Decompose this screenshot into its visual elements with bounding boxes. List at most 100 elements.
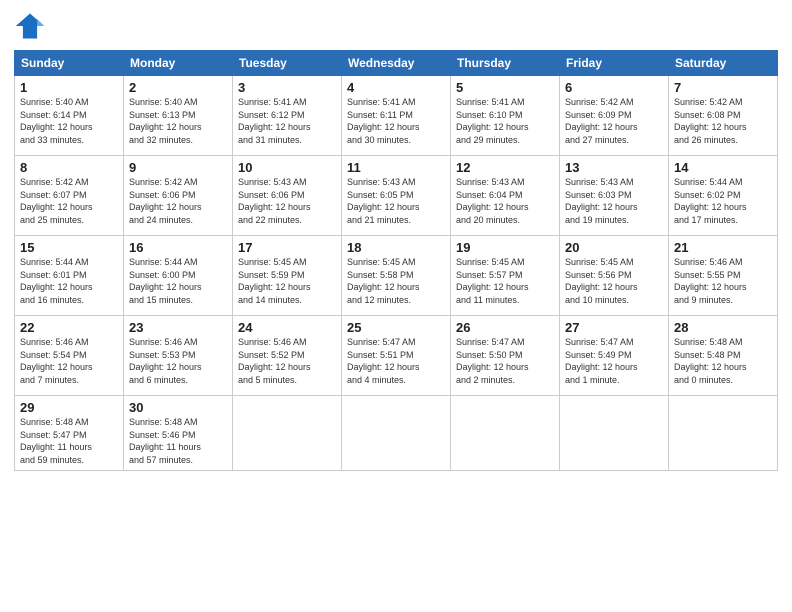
day-number: 18 [347,240,445,255]
day-detail: Sunrise: 5:45 AMSunset: 5:59 PMDaylight:… [238,256,336,306]
day-cell [669,396,778,471]
week-row: 29Sunrise: 5:48 AMSunset: 5:47 PMDayligh… [15,396,778,471]
day-detail: Sunrise: 5:43 AMSunset: 6:05 PMDaylight:… [347,176,445,226]
day-cell: 4Sunrise: 5:41 AMSunset: 6:11 PMDaylight… [342,76,451,156]
day-cell: 14Sunrise: 5:44 AMSunset: 6:02 PMDayligh… [669,156,778,236]
calendar-header-row: SundayMondayTuesdayWednesdayThursdayFrid… [15,51,778,76]
logo-icon [14,10,46,42]
day-cell: 5Sunrise: 5:41 AMSunset: 6:10 PMDaylight… [451,76,560,156]
day-detail: Sunrise: 5:47 AMSunset: 5:50 PMDaylight:… [456,336,554,386]
page: SundayMondayTuesdayWednesdayThursdayFrid… [0,0,792,612]
weekday-header: Wednesday [342,51,451,76]
day-cell: 19Sunrise: 5:45 AMSunset: 5:57 PMDayligh… [451,236,560,316]
day-cell [233,396,342,471]
day-number: 30 [129,400,227,415]
day-number: 7 [674,80,772,95]
day-detail: Sunrise: 5:42 AMSunset: 6:09 PMDaylight:… [565,96,663,146]
day-number: 14 [674,160,772,175]
day-detail: Sunrise: 5:47 AMSunset: 5:49 PMDaylight:… [565,336,663,386]
day-cell: 23Sunrise: 5:46 AMSunset: 5:53 PMDayligh… [124,316,233,396]
day-detail: Sunrise: 5:48 AMSunset: 5:46 PMDaylight:… [129,416,227,466]
day-number: 16 [129,240,227,255]
day-cell: 1Sunrise: 5:40 AMSunset: 6:14 PMDaylight… [15,76,124,156]
calendar-body: 1Sunrise: 5:40 AMSunset: 6:14 PMDaylight… [15,76,778,471]
day-number: 8 [20,160,118,175]
day-number: 27 [565,320,663,335]
day-number: 1 [20,80,118,95]
day-cell: 16Sunrise: 5:44 AMSunset: 6:00 PMDayligh… [124,236,233,316]
day-detail: Sunrise: 5:40 AMSunset: 6:13 PMDaylight:… [129,96,227,146]
day-detail: Sunrise: 5:47 AMSunset: 5:51 PMDaylight:… [347,336,445,386]
day-cell: 7Sunrise: 5:42 AMSunset: 6:08 PMDaylight… [669,76,778,156]
day-detail: Sunrise: 5:43 AMSunset: 6:03 PMDaylight:… [565,176,663,226]
day-cell: 25Sunrise: 5:47 AMSunset: 5:51 PMDayligh… [342,316,451,396]
day-number: 21 [674,240,772,255]
day-detail: Sunrise: 5:45 AMSunset: 5:58 PMDaylight:… [347,256,445,306]
week-row: 8Sunrise: 5:42 AMSunset: 6:07 PMDaylight… [15,156,778,236]
day-cell [342,396,451,471]
day-number: 23 [129,320,227,335]
day-detail: Sunrise: 5:41 AMSunset: 6:11 PMDaylight:… [347,96,445,146]
day-cell: 21Sunrise: 5:46 AMSunset: 5:55 PMDayligh… [669,236,778,316]
day-detail: Sunrise: 5:42 AMSunset: 6:08 PMDaylight:… [674,96,772,146]
day-number: 24 [238,320,336,335]
day-number: 2 [129,80,227,95]
day-detail: Sunrise: 5:42 AMSunset: 6:06 PMDaylight:… [129,176,227,226]
day-detail: Sunrise: 5:42 AMSunset: 6:07 PMDaylight:… [20,176,118,226]
day-number: 3 [238,80,336,95]
day-cell: 8Sunrise: 5:42 AMSunset: 6:07 PMDaylight… [15,156,124,236]
weekday-header: Thursday [451,51,560,76]
day-cell: 24Sunrise: 5:46 AMSunset: 5:52 PMDayligh… [233,316,342,396]
day-detail: Sunrise: 5:41 AMSunset: 6:10 PMDaylight:… [456,96,554,146]
day-cell: 13Sunrise: 5:43 AMSunset: 6:03 PMDayligh… [560,156,669,236]
day-number: 12 [456,160,554,175]
day-number: 9 [129,160,227,175]
day-cell: 28Sunrise: 5:48 AMSunset: 5:48 PMDayligh… [669,316,778,396]
day-number: 28 [674,320,772,335]
logo [14,10,50,42]
day-detail: Sunrise: 5:46 AMSunset: 5:53 PMDaylight:… [129,336,227,386]
day-number: 26 [456,320,554,335]
day-detail: Sunrise: 5:44 AMSunset: 6:00 PMDaylight:… [129,256,227,306]
day-number: 15 [20,240,118,255]
day-number: 5 [456,80,554,95]
day-cell: 11Sunrise: 5:43 AMSunset: 6:05 PMDayligh… [342,156,451,236]
day-number: 11 [347,160,445,175]
day-cell: 6Sunrise: 5:42 AMSunset: 6:09 PMDaylight… [560,76,669,156]
week-row: 1Sunrise: 5:40 AMSunset: 6:14 PMDaylight… [15,76,778,156]
day-cell: 10Sunrise: 5:43 AMSunset: 6:06 PMDayligh… [233,156,342,236]
day-cell [560,396,669,471]
day-detail: Sunrise: 5:46 AMSunset: 5:52 PMDaylight:… [238,336,336,386]
day-cell: 20Sunrise: 5:45 AMSunset: 5:56 PMDayligh… [560,236,669,316]
day-number: 6 [565,80,663,95]
day-detail: Sunrise: 5:43 AMSunset: 6:06 PMDaylight:… [238,176,336,226]
day-cell: 29Sunrise: 5:48 AMSunset: 5:47 PMDayligh… [15,396,124,471]
day-cell: 15Sunrise: 5:44 AMSunset: 6:01 PMDayligh… [15,236,124,316]
day-cell: 22Sunrise: 5:46 AMSunset: 5:54 PMDayligh… [15,316,124,396]
day-detail: Sunrise: 5:46 AMSunset: 5:55 PMDaylight:… [674,256,772,306]
day-number: 10 [238,160,336,175]
day-cell: 26Sunrise: 5:47 AMSunset: 5:50 PMDayligh… [451,316,560,396]
day-detail: Sunrise: 5:48 AMSunset: 5:48 PMDaylight:… [674,336,772,386]
weekday-header: Saturday [669,51,778,76]
day-number: 22 [20,320,118,335]
weekday-header: Friday [560,51,669,76]
day-number: 29 [20,400,118,415]
day-detail: Sunrise: 5:44 AMSunset: 6:02 PMDaylight:… [674,176,772,226]
day-number: 25 [347,320,445,335]
day-cell: 12Sunrise: 5:43 AMSunset: 6:04 PMDayligh… [451,156,560,236]
week-row: 22Sunrise: 5:46 AMSunset: 5:54 PMDayligh… [15,316,778,396]
day-cell: 17Sunrise: 5:45 AMSunset: 5:59 PMDayligh… [233,236,342,316]
weekday-header: Sunday [15,51,124,76]
day-detail: Sunrise: 5:46 AMSunset: 5:54 PMDaylight:… [20,336,118,386]
day-detail: Sunrise: 5:45 AMSunset: 5:57 PMDaylight:… [456,256,554,306]
day-detail: Sunrise: 5:41 AMSunset: 6:12 PMDaylight:… [238,96,336,146]
day-number: 17 [238,240,336,255]
day-detail: Sunrise: 5:45 AMSunset: 5:56 PMDaylight:… [565,256,663,306]
day-number: 20 [565,240,663,255]
day-cell: 9Sunrise: 5:42 AMSunset: 6:06 PMDaylight… [124,156,233,236]
day-cell: 18Sunrise: 5:45 AMSunset: 5:58 PMDayligh… [342,236,451,316]
day-number: 19 [456,240,554,255]
week-row: 15Sunrise: 5:44 AMSunset: 6:01 PMDayligh… [15,236,778,316]
day-detail: Sunrise: 5:44 AMSunset: 6:01 PMDaylight:… [20,256,118,306]
